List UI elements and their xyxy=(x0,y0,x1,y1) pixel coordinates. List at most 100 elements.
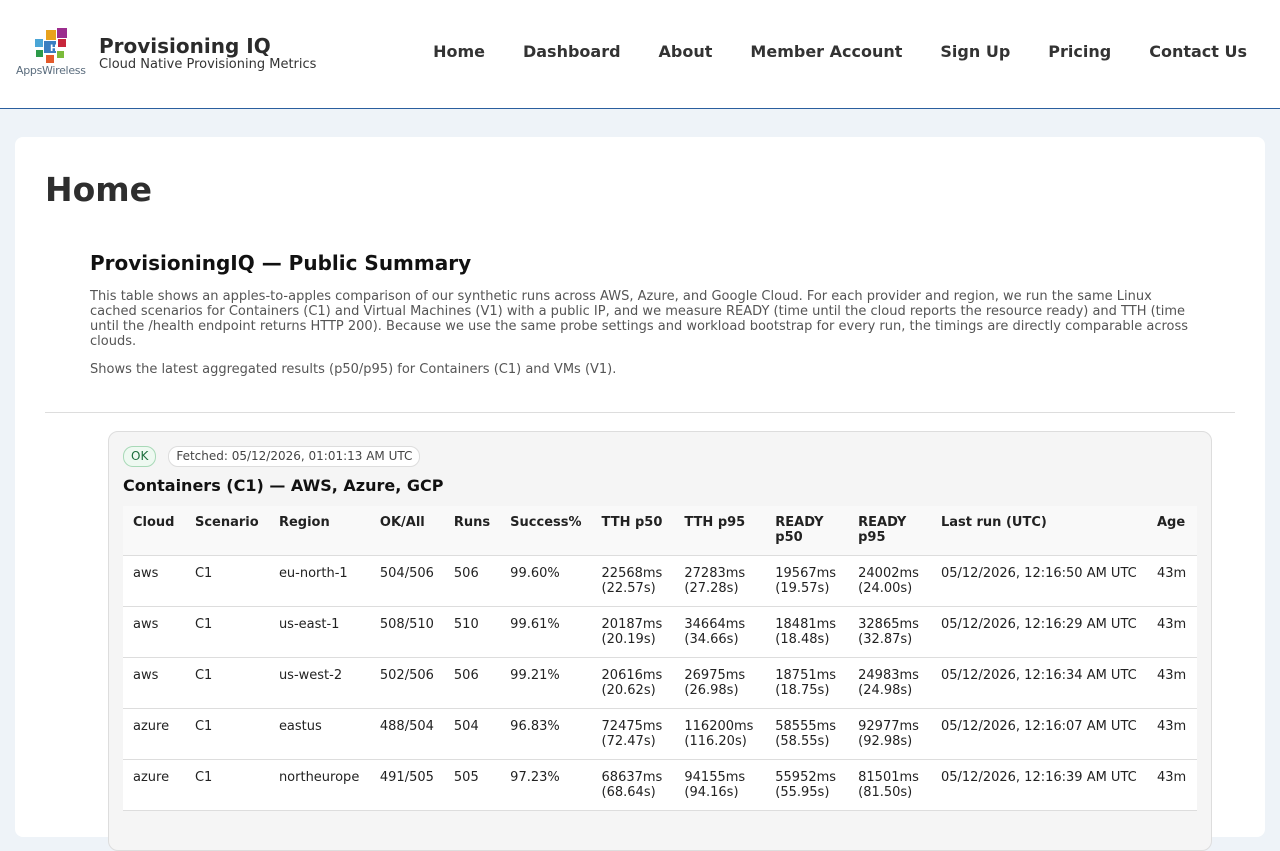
cell-age: 43m xyxy=(1146,606,1197,658)
divider xyxy=(45,412,1235,413)
nav-sign-up[interactable]: Sign Up xyxy=(940,42,1010,61)
tth-p95-ms: 116200ms xyxy=(684,719,754,734)
tth-p50-seconds: (22.57s) xyxy=(601,581,656,596)
cell-scenario: C1 xyxy=(184,606,269,658)
nav-about[interactable]: About xyxy=(659,42,713,61)
cell-last-run: 05/12/2026, 12:16:50 AM UTC xyxy=(930,555,1147,607)
tth-p50-seconds: (72.47s) xyxy=(601,734,656,749)
tth-p95-seconds: (94.16s) xyxy=(684,785,739,800)
cell-age: 43m xyxy=(1146,555,1197,607)
site-header: H AppsWireless Provisioning IQ Cloud Nat… xyxy=(0,0,1280,109)
cell-age: 43m xyxy=(1146,708,1197,760)
tth-p50-ms: 20616ms xyxy=(601,668,663,683)
cell-ok-all: 491/505 xyxy=(369,759,444,811)
cell-ready-p95: 81501ms (81.50s) xyxy=(848,759,931,811)
col-success[interactable]: Success% xyxy=(500,506,592,556)
tth-p50-seconds: (68.64s) xyxy=(601,785,656,800)
nav-dashboard[interactable]: Dashboard xyxy=(523,42,621,61)
cell-age: 43m xyxy=(1146,657,1197,709)
cell-cloud: aws xyxy=(123,555,185,607)
col-ok-all[interactable]: OK/All xyxy=(369,506,444,556)
logo-mark-icon: H xyxy=(35,28,67,63)
cell-ok-all: 504/506 xyxy=(369,555,444,607)
page-title: Home xyxy=(45,170,153,209)
cell-tth-p50: 20616ms (20.62s) xyxy=(591,657,675,709)
summary-note: Shows the latest aggregated results (p50… xyxy=(90,362,617,377)
containers-panel: OK Fetched: 05/12/2026, 01:01:13 AM UTC … xyxy=(108,431,1212,851)
cell-tth-p95: 34664ms (34.66s) xyxy=(674,606,766,658)
cell-ready-p95: 24983ms (24.98s) xyxy=(848,657,931,709)
ready-p50-ms: 55952ms xyxy=(775,770,837,785)
svg-text:H: H xyxy=(50,44,58,54)
tth-p95-ms: 27283ms xyxy=(684,566,746,581)
cell-ready-p50: 55952ms (55.95s) xyxy=(765,759,849,811)
col-ready-p95[interactable]: READY p95 xyxy=(848,506,931,556)
ready-p95-seconds: (92.98s) xyxy=(858,734,913,749)
tth-p50-ms: 72475ms xyxy=(601,719,663,734)
cell-tth-p95: 26975ms (26.98s) xyxy=(674,657,766,709)
col-scenario[interactable]: Scenario xyxy=(184,506,269,556)
table-row: azure C1 northeurope 491/505 505 97.23% 68637m… xyxy=(123,759,1197,811)
status-badge: OK xyxy=(123,446,157,467)
ready-p95-ms: 92977ms xyxy=(858,719,919,734)
nav-member-account[interactable]: Member Account xyxy=(750,42,902,61)
logo-text: AppsWireless xyxy=(16,64,86,77)
cell-cloud: azure xyxy=(123,708,185,760)
col-ready-p50[interactable]: READY p50 xyxy=(765,506,849,556)
col-runs[interactable]: Runs xyxy=(443,506,501,556)
nav-contact-us[interactable]: Contact Us xyxy=(1149,42,1247,61)
panel-heading: Containers (C1) — AWS, Azure, GCP xyxy=(123,476,444,495)
tth-p95-seconds: (27.28s) xyxy=(684,581,739,596)
cell-ready-p95: 24002ms (24.00s) xyxy=(848,555,931,607)
nav-home[interactable]: Home xyxy=(433,42,485,61)
public-summary: ProvisioningIQ — Public Summary This tab… xyxy=(90,251,1200,390)
ready-p50-ms: 18751ms xyxy=(775,668,837,683)
cell-ok-all: 508/510 xyxy=(369,606,444,658)
ready-p50-seconds: (58.55s) xyxy=(775,734,830,749)
summary-heading: ProvisioningIQ — Public Summary xyxy=(90,251,472,275)
tth-p95-seconds: (34.66s) xyxy=(684,632,739,647)
status-badges: OK Fetched: 05/12/2026, 01:01:13 AM UTC xyxy=(123,446,421,467)
table-row: aws C1 eu-north-1 504/506 506 99.60% 22568ms (2… xyxy=(123,555,1197,607)
ready-p95-ms: 32865ms xyxy=(858,617,919,632)
ready-p95-seconds: (32.87s) xyxy=(858,632,913,647)
tth-p95-seconds: (116.20s) xyxy=(684,734,747,749)
cell-cloud: azure xyxy=(123,759,185,811)
content-card: Home ProvisioningIQ — Public Summary Thi… xyxy=(15,137,1265,851)
cell-scenario: C1 xyxy=(184,759,269,811)
cell-ready-p95: 32865ms (32.87s) xyxy=(848,606,931,658)
tth-p50-ms: 22568ms xyxy=(601,566,663,581)
nav-pricing[interactable]: Pricing xyxy=(1048,42,1111,61)
ready-p50-ms: 58555ms xyxy=(775,719,837,734)
cell-cloud: aws xyxy=(123,606,185,658)
cell-last-run: 05/12/2026, 12:16:34 AM UTC xyxy=(930,657,1147,709)
cell-last-run: 05/12/2026, 12:16:29 AM UTC xyxy=(930,606,1147,658)
col-age[interactable]: Age xyxy=(1146,506,1197,556)
tth-p95-seconds: (26.98s) xyxy=(684,683,739,698)
cell-region: northeurope xyxy=(268,759,370,811)
col-tth-p95[interactable]: TTH p95 xyxy=(674,506,766,556)
cell-runs: 505 xyxy=(443,759,501,811)
ready-p50-ms: 18481ms xyxy=(775,617,837,632)
cell-tth-p95: 27283ms (27.28s) xyxy=(674,555,766,607)
fetched-badge: Fetched: 05/12/2026, 01:01:13 AM UTC xyxy=(168,446,421,467)
appswireless-logo[interactable]: H AppsWireless xyxy=(16,28,88,80)
table-header-row: Cloud Scenario Region OK/All Runs Succes… xyxy=(123,506,1197,556)
tth-p95-ms: 94155ms xyxy=(684,770,746,785)
cell-age: 43m xyxy=(1146,759,1197,811)
col-last-run[interactable]: Last run (UTC) xyxy=(930,506,1147,556)
ready-p50-seconds: (55.95s) xyxy=(775,785,830,800)
cell-scenario: C1 xyxy=(184,708,269,760)
col-cloud[interactable]: Cloud xyxy=(123,506,185,556)
col-region[interactable]: Region xyxy=(268,506,370,556)
ready-p95-seconds: (24.98s) xyxy=(858,683,913,698)
cell-success: 99.21% xyxy=(500,657,592,709)
cell-ready-p50: 58555ms (58.55s) xyxy=(765,708,849,760)
ready-p95-ms: 24983ms xyxy=(858,668,919,683)
ready-p50-seconds: (18.48s) xyxy=(775,632,830,647)
tth-p50-ms: 68637ms xyxy=(601,770,663,785)
cell-success: 97.23% xyxy=(500,759,592,811)
col-tth-p50[interactable]: TTH p50 xyxy=(591,506,675,556)
ready-p95-seconds: (24.00s) xyxy=(858,581,913,596)
tth-p95-ms: 26975ms xyxy=(684,668,746,683)
